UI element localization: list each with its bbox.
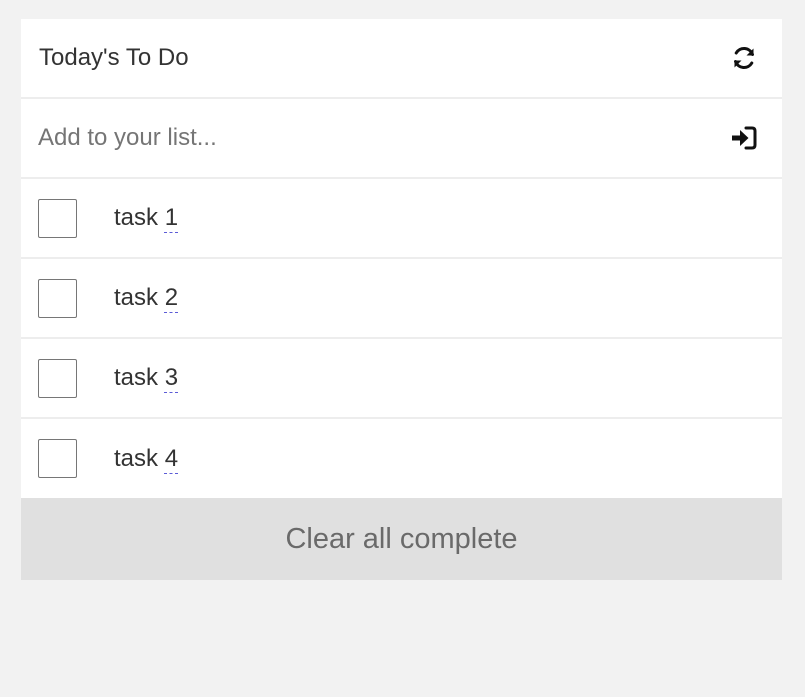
task-label: task 3: [114, 364, 179, 391]
task-label: task 1: [114, 204, 179, 231]
add-row: [21, 99, 782, 179]
task-number: 3: [164, 364, 179, 391]
sign-in-icon: [732, 126, 757, 150]
task-item: task 4: [21, 419, 782, 498]
add-task-input[interactable]: [38, 124, 718, 152]
task-label: task 2: [114, 284, 179, 311]
refresh-button[interactable]: [730, 44, 758, 72]
task-item: task 3: [21, 339, 782, 419]
task-item: task 2: [21, 259, 782, 339]
todo-card: Today's To Do task 1 task 2 t: [21, 19, 782, 498]
task-checkbox[interactable]: [38, 439, 77, 478]
refresh-icon: [734, 46, 754, 70]
task-number: 2: [164, 284, 179, 311]
page-title: Today's To Do: [39, 44, 189, 71]
task-checkbox[interactable]: [38, 198, 77, 238]
task-checkbox[interactable]: [38, 278, 77, 318]
task-item: task 1: [21, 179, 782, 259]
clear-complete-button[interactable]: Clear all complete: [21, 498, 782, 580]
task-checkbox[interactable]: [38, 358, 77, 398]
task-number: 1: [164, 204, 179, 231]
task-number: 4: [164, 444, 179, 472]
header-row: Today's To Do: [21, 19, 782, 99]
task-label: task 4: [114, 444, 179, 472]
add-task-button[interactable]: [730, 124, 758, 152]
